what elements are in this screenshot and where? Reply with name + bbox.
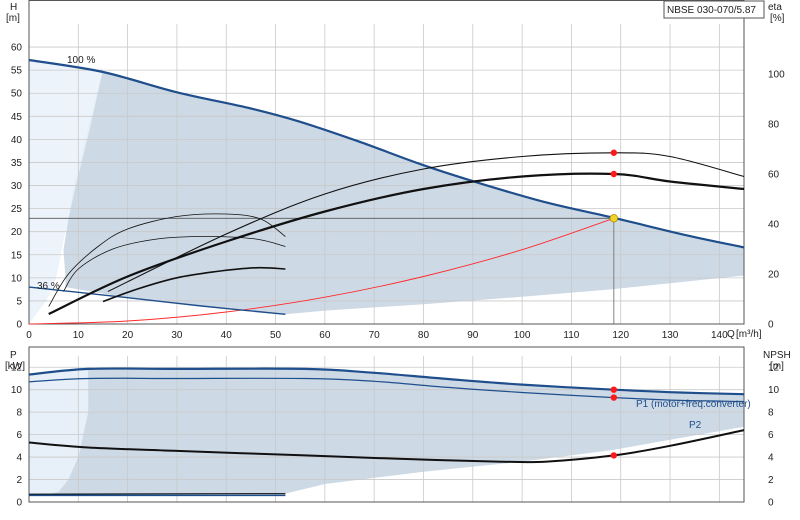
flow-x-tick-20: 20: [122, 330, 134, 341]
head-y-tick-25: 25: [11, 204, 23, 215]
head-y-tick-30: 30: [11, 181, 23, 192]
eta-y-tick-20: 20: [768, 270, 780, 281]
flow-x-tick-0: 0: [26, 330, 32, 341]
power-chart-area-layer: [29, 368, 744, 496]
power-axis-title: P: [10, 350, 17, 361]
flow-x-tick-30: 30: [171, 330, 183, 341]
npsh-y-tick-6: 6: [768, 430, 774, 441]
head-chart-area-layer: [29, 60, 744, 324]
eta-axis-title: eta: [768, 2, 782, 13]
npsh-y-tick-8: 8: [768, 408, 774, 419]
head-y-tick-15: 15: [11, 250, 23, 261]
head-y-tick-40: 40: [11, 135, 23, 146]
eta-duty-marker-2: [610, 170, 618, 178]
eta-y-tick-80: 80: [768, 120, 780, 131]
eta-axis-unit: [%]: [770, 13, 785, 24]
power-y-tick-2: 2: [16, 475, 22, 486]
power-duty-marker-1: [610, 386, 618, 393]
head-axis-title: H: [10, 2, 17, 13]
flow-axis-title: Q: [727, 329, 735, 340]
head-y-tick-20: 20: [11, 227, 23, 238]
npsh-axis-unit: [m]: [770, 361, 784, 372]
speed-label-100: 100 %: [67, 55, 95, 66]
eta-y-tick-100: 100: [768, 70, 785, 81]
flow-x-tick-50: 50: [270, 330, 282, 341]
npsh-y-tick-4: 4: [768, 453, 774, 464]
head-y-tick-0: 0: [16, 320, 22, 331]
head-y-tick-45: 45: [11, 112, 23, 123]
head-y-tick-5: 5: [16, 296, 22, 307]
power-y-tick-6: 6: [16, 430, 22, 441]
head-y-tick-35: 35: [11, 158, 23, 169]
p1-series-label: P1 (motor+freq.converter): [636, 399, 751, 410]
model-label: NBSE 030-070/5.87: [667, 5, 756, 16]
duty-point: [609, 214, 619, 223]
eta-y-tick-40: 40: [768, 220, 780, 231]
power-duty-marker-3: [610, 452, 618, 459]
flow-x-tick-40: 40: [221, 330, 233, 341]
power-operating-area: [29, 368, 744, 496]
power-y-tick-8: 8: [16, 408, 22, 419]
flow-x-tick-140: 140: [711, 330, 728, 341]
power-y-tick-0: 0: [16, 498, 22, 509]
flow-x-tick-80: 80: [418, 330, 430, 341]
npsh-y-tick-0: 0: [768, 498, 774, 509]
npsh-axis-title: NPSH: [763, 350, 791, 361]
power-y-tick-10: 10: [11, 385, 23, 396]
head-y-tick-60: 60: [11, 43, 23, 54]
head-y-tick-10: 10: [11, 273, 23, 284]
head-y-tick-55: 55: [11, 66, 23, 77]
flow-x-tick-130: 130: [662, 330, 679, 341]
flow-x-tick-120: 120: [612, 330, 629, 341]
p2-curve-low-speed: [28, 493, 286, 495]
npsh-y-tick-2: 2: [768, 475, 774, 486]
eta-y-tick-60: 60: [768, 170, 780, 181]
npsh-y-tick-10: 10: [768, 385, 780, 396]
flow-x-tick-90: 90: [467, 330, 479, 341]
pump-performance-chart: 0510152025303540455055600204060801000 10 2…: [5, 0, 791, 509]
p2-series-label: P2: [689, 420, 702, 431]
speed-label-36: 36 %: [37, 281, 60, 292]
power-axis-unit: [kW]: [5, 361, 25, 372]
eta-y-tick-0: 0: [768, 320, 774, 331]
flow-x-tick-110: 110: [563, 330, 579, 341]
head-y-tick-50: 50: [11, 89, 23, 100]
head-operating-area: [29, 60, 744, 315]
flow-x-tick-60: 60: [319, 330, 331, 341]
head-axis-unit: [m]: [6, 13, 20, 24]
flow-x-tick-100: 100: [514, 330, 531, 341]
flow-x-tick-70: 70: [369, 330, 381, 341]
power-duty-marker-2: [610, 394, 618, 401]
eta-duty-marker-1: [610, 149, 618, 156]
flow-x-tick-10: 10: [73, 330, 85, 341]
flow-axis-unit: [m³/h]: [736, 329, 762, 340]
power-y-tick-4: 4: [16, 453, 22, 464]
